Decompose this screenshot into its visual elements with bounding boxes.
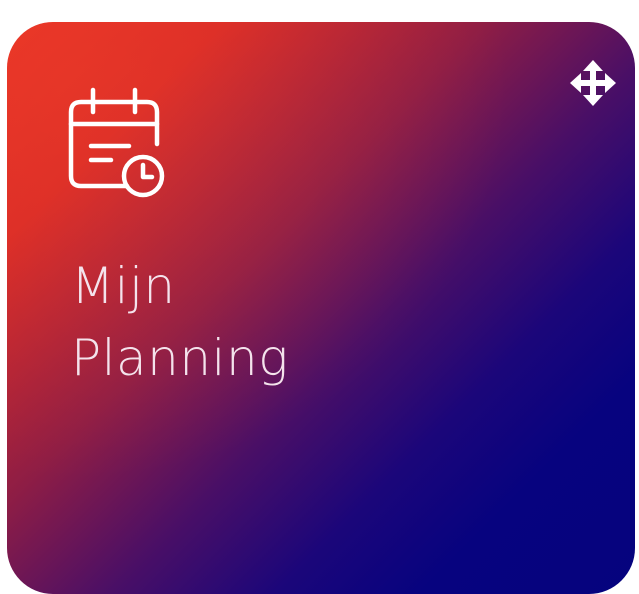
page-background: Mijn Planning: [0, 0, 639, 594]
tile-title-line-1: Mijn: [71, 257, 176, 315]
mijn-planning-tile[interactable]: Mijn Planning: [7, 22, 635, 594]
tile-title-line-2: Planning: [71, 329, 289, 387]
calendar-clock-icon: [68, 87, 165, 198]
tile-title: Mijn Planning: [71, 250, 289, 394]
move-icon[interactable]: [570, 60, 616, 106]
